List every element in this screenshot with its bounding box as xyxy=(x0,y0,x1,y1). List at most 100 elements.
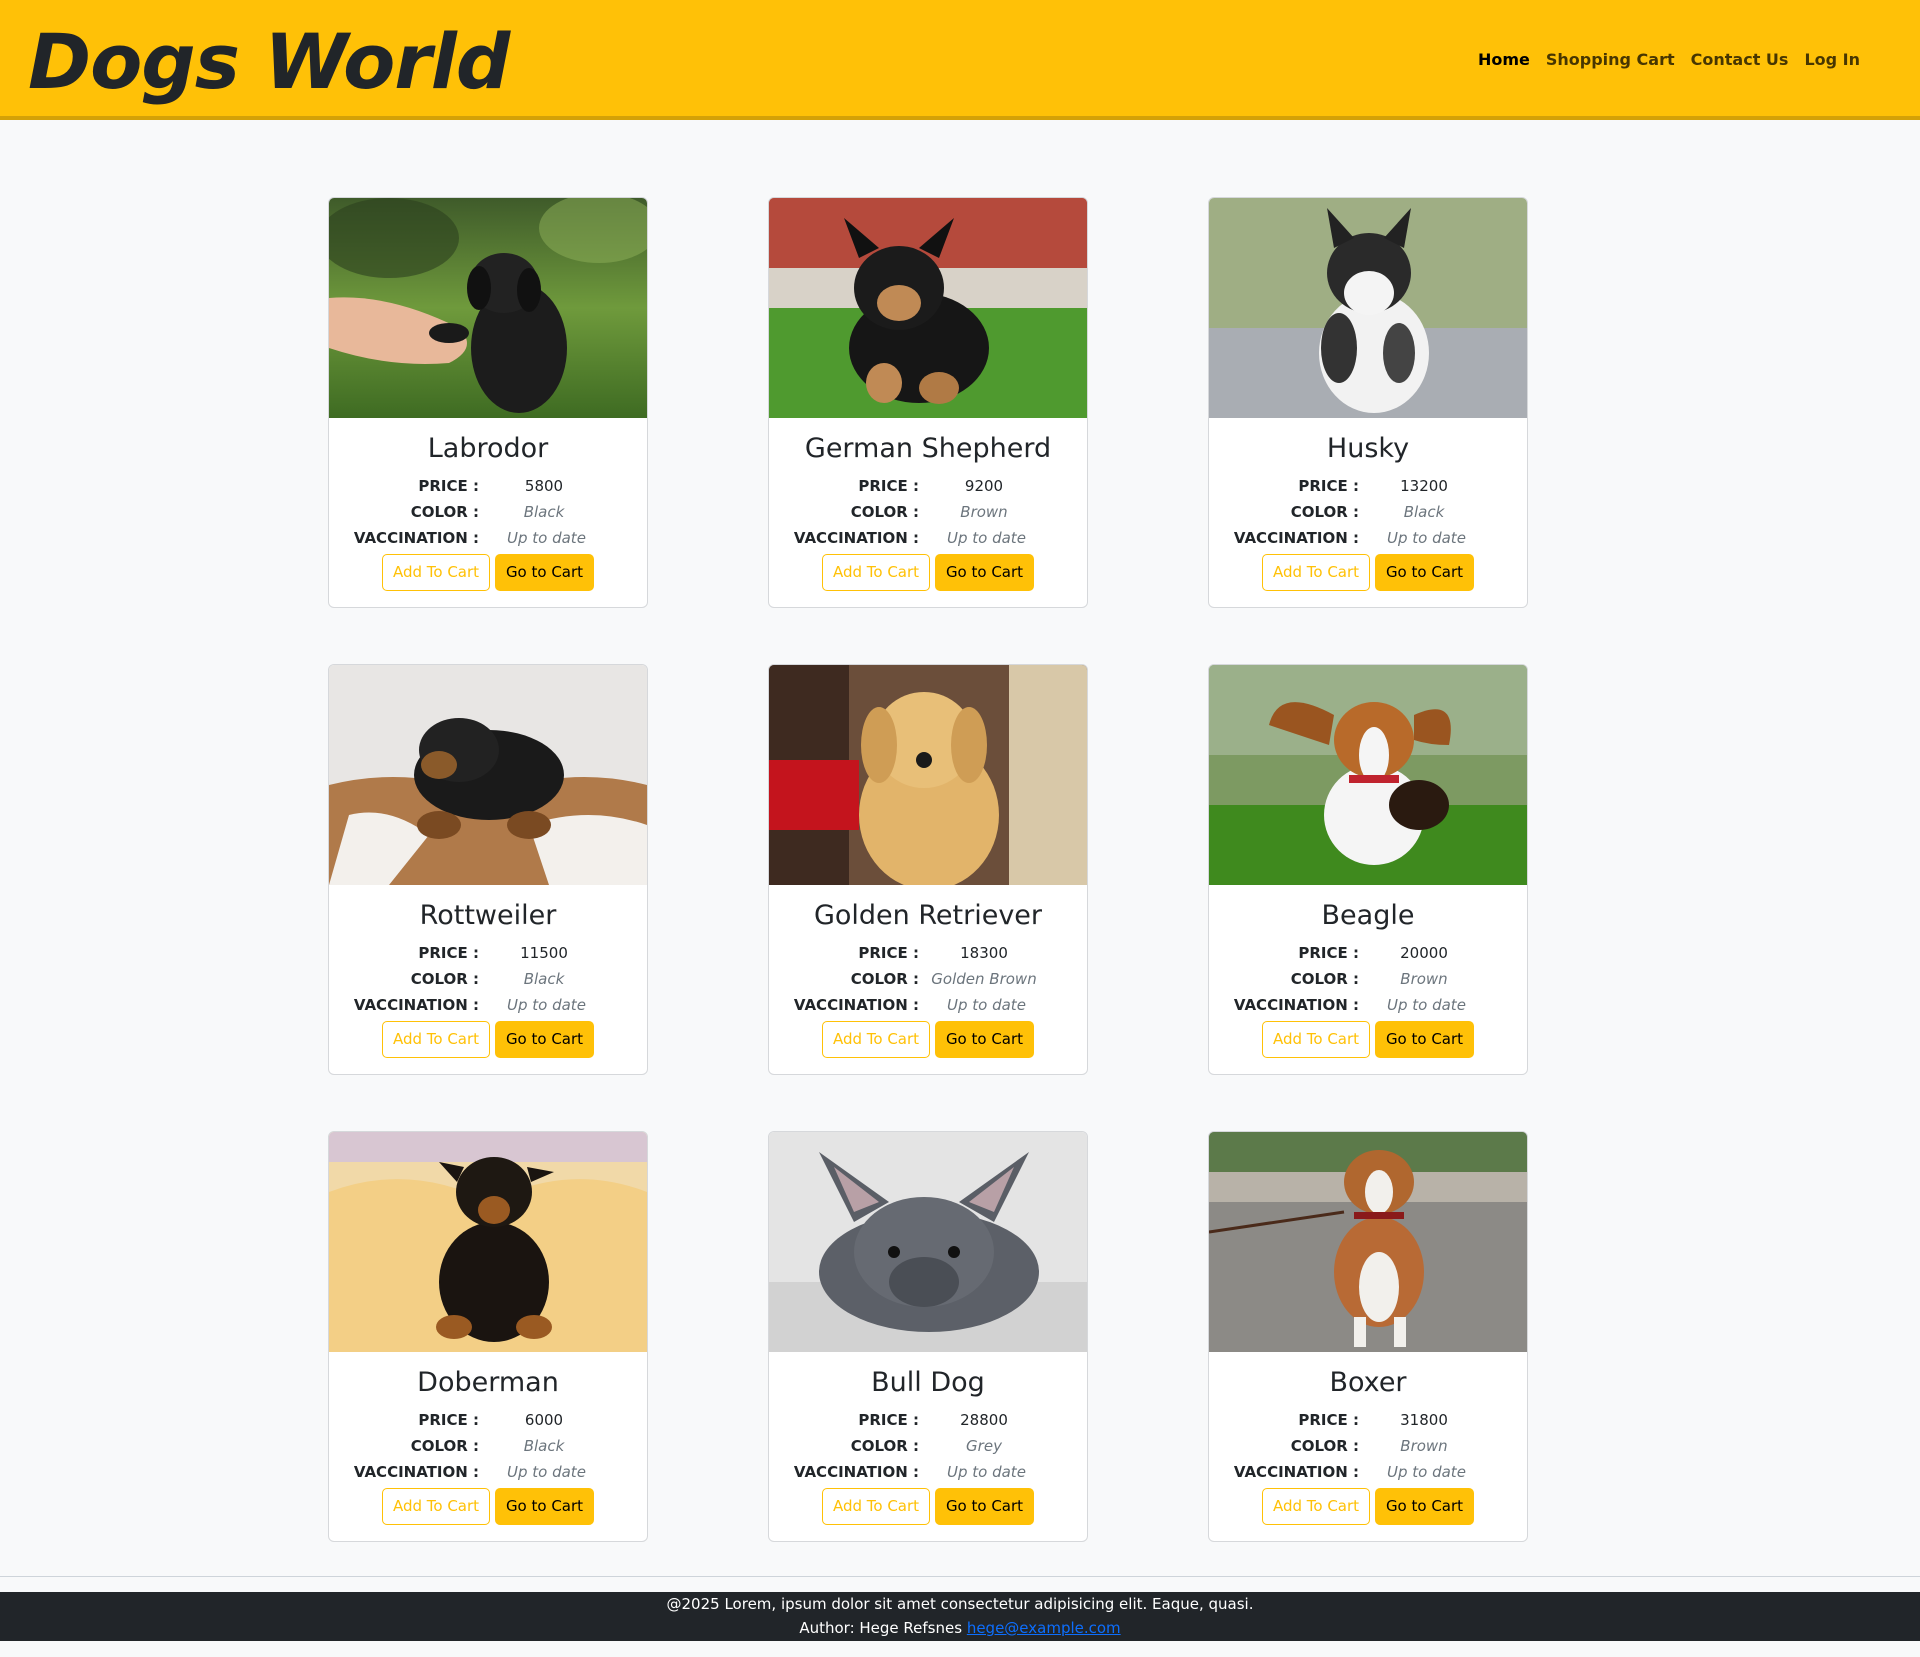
go-to-cart-button[interactable]: Go to Cart xyxy=(935,1021,1034,1058)
price-value: 6000 xyxy=(524,1411,564,1429)
color-value: Black xyxy=(523,970,565,988)
price-value: 18300 xyxy=(960,944,1008,962)
dog-photo xyxy=(1209,665,1527,885)
price-label: PRICE : xyxy=(1298,1411,1359,1429)
dog-photo xyxy=(329,198,647,418)
color-label: COLOR : xyxy=(1290,1437,1359,1455)
price-label: PRICE : xyxy=(418,944,479,962)
color-label: COLOR : xyxy=(850,503,919,521)
color-value: Black xyxy=(1403,503,1445,521)
dog-photo xyxy=(769,198,1087,418)
vaccination-label: VACCINATION : xyxy=(353,996,479,1014)
price-value: 20000 xyxy=(1400,944,1448,962)
go-to-cart-button[interactable]: Go to Cart xyxy=(495,1021,594,1058)
price-value: 11500 xyxy=(520,944,568,962)
footer-email-link[interactable]: hege@example.com xyxy=(967,1619,1121,1637)
color-value: Black xyxy=(523,1437,565,1455)
price-value: 28800 xyxy=(960,1411,1008,1429)
color-label: COLOR : xyxy=(850,1437,919,1455)
color-label: COLOR : xyxy=(410,1437,479,1455)
dog-name: Rottweiler xyxy=(419,900,557,931)
dog-name: Bull Dog xyxy=(871,1367,985,1398)
product-card-golden-retriever: Golden Retriever PRICE : 18300 COLOR : Gol… xyxy=(768,664,1088,1075)
color-label: COLOR : xyxy=(410,970,479,988)
add-to-cart-button[interactable]: Add To Cart xyxy=(1262,1488,1370,1525)
product-card-rottweiler: Rottweiler PRICE : 11500 COLOR : Black VAC… xyxy=(328,664,648,1075)
go-to-cart-button[interactable]: Go to Cart xyxy=(1375,554,1474,591)
color-label: COLOR : xyxy=(1290,503,1359,521)
dog-name: Labrodor xyxy=(427,433,549,464)
go-to-cart-button[interactable]: Go to Cart xyxy=(495,1488,594,1525)
vaccination-label: VACCINATION : xyxy=(793,1463,919,1481)
dog-name: Doberman xyxy=(417,1367,559,1398)
go-to-cart-button[interactable]: Go to Cart xyxy=(935,554,1034,591)
vaccination-value: Up to date xyxy=(947,996,1026,1014)
footer-divider xyxy=(0,1576,1920,1577)
dog-photo xyxy=(1209,198,1527,418)
vaccination-label: VACCINATION : xyxy=(1233,996,1359,1014)
dog-photo xyxy=(329,1132,647,1352)
vaccination-value: Up to date xyxy=(1387,996,1466,1014)
brand-title[interactable]: Dogs World xyxy=(28,14,510,110)
nav-log-in[interactable]: Log In xyxy=(1804,48,1860,72)
dog-photo xyxy=(329,665,647,885)
go-to-cart-button[interactable]: Go to Cart xyxy=(495,554,594,591)
dog-name: Beagle xyxy=(1321,900,1415,931)
price-label: PRICE : xyxy=(1298,944,1359,962)
go-to-cart-button[interactable]: Go to Cart xyxy=(1375,1488,1474,1525)
dog-photo xyxy=(1209,1132,1527,1352)
dog-name: Golden Retriever xyxy=(813,900,1043,931)
navbar: Dogs World Home Shopping Cart Contact Us… xyxy=(0,0,1920,120)
add-to-cart-button[interactable]: Add To Cart xyxy=(382,1488,490,1525)
color-value: Brown xyxy=(960,503,1008,521)
product-card-beagle: Beagle PRICE : 20000 COLOR : Brown VACCINA… xyxy=(1208,664,1528,1075)
nav-contact-us[interactable]: Contact Us xyxy=(1691,48,1789,72)
vaccination-label: VACCINATION : xyxy=(353,1463,479,1481)
price-value: 5800 xyxy=(524,477,564,495)
vaccination-value: Up to date xyxy=(507,1463,586,1481)
price-label: PRICE : xyxy=(858,1411,919,1429)
go-to-cart-button[interactable]: Go to Cart xyxy=(1375,1021,1474,1058)
price-label: PRICE : xyxy=(858,477,919,495)
vaccination-value: Up to date xyxy=(947,1463,1026,1481)
color-value: Brown xyxy=(1400,1437,1448,1455)
vaccination-label: VACCINATION : xyxy=(1233,1463,1359,1481)
go-to-cart-button[interactable]: Go to Cart xyxy=(935,1488,1034,1525)
footer-author-text: Author: Hege Refsnes xyxy=(799,1619,967,1637)
main-nav: Home Shopping Cart Contact Us Log In xyxy=(1478,48,1860,72)
price-label: PRICE : xyxy=(858,944,919,962)
vaccination-label: VACCINATION : xyxy=(1233,529,1359,547)
dog-name: Husky xyxy=(1326,433,1410,464)
vaccination-label: VACCINATION : xyxy=(793,529,919,547)
price-label: PRICE : xyxy=(418,1411,479,1429)
price-label: PRICE : xyxy=(1298,477,1359,495)
add-to-cart-button[interactable]: Add To Cart xyxy=(1262,554,1370,591)
product-card-husky: Husky PRICE : 13200 COLOR : Black VACCINAT… xyxy=(1208,197,1528,608)
color-value: Golden Brown xyxy=(931,970,1037,988)
vaccination-value: Up to date xyxy=(507,529,586,547)
add-to-cart-button[interactable]: Add To Cart xyxy=(822,1021,930,1058)
color-value: Black xyxy=(523,503,565,521)
dog-photo xyxy=(769,1132,1087,1352)
vaccination-value: Up to date xyxy=(507,996,586,1014)
color-label: COLOR : xyxy=(1290,970,1359,988)
vaccination-value: Up to date xyxy=(1387,529,1466,547)
price-value: 13200 xyxy=(1400,477,1448,495)
product-card-bull-dog: Bull Dog PRICE : 28800 COLOR : Grey VACCIN… xyxy=(768,1131,1088,1542)
product-card-boxer: Boxer PRICE : 31800 COLOR : Brown VACCINAT… xyxy=(1208,1131,1528,1542)
add-to-cart-button[interactable]: Add To Cart xyxy=(822,554,930,591)
product-card-german-shepherd: German Shepherd PRICE : 9200 COLOR : Brown… xyxy=(768,197,1088,608)
product-card-labrador: Labrodor PRICE : 5800 COLOR : Black VACCIN… xyxy=(328,197,648,608)
dog-name: Boxer xyxy=(1329,1367,1407,1398)
color-label: COLOR : xyxy=(850,970,919,988)
color-value: Brown xyxy=(1400,970,1448,988)
add-to-cart-button[interactable]: Add To Cart xyxy=(382,1021,490,1058)
add-to-cart-button[interactable]: Add To Cart xyxy=(382,554,490,591)
nav-home[interactable]: Home xyxy=(1478,48,1530,72)
footer-author: Author: Hege Refsnes hege@example.com xyxy=(0,1616,1920,1640)
vaccination-value: Up to date xyxy=(1387,1463,1466,1481)
add-to-cart-button[interactable]: Add To Cart xyxy=(1262,1021,1370,1058)
add-to-cart-button[interactable]: Add To Cart xyxy=(822,1488,930,1525)
vaccination-label: VACCINATION : xyxy=(353,529,479,547)
nav-shopping-cart[interactable]: Shopping Cart xyxy=(1546,48,1675,72)
